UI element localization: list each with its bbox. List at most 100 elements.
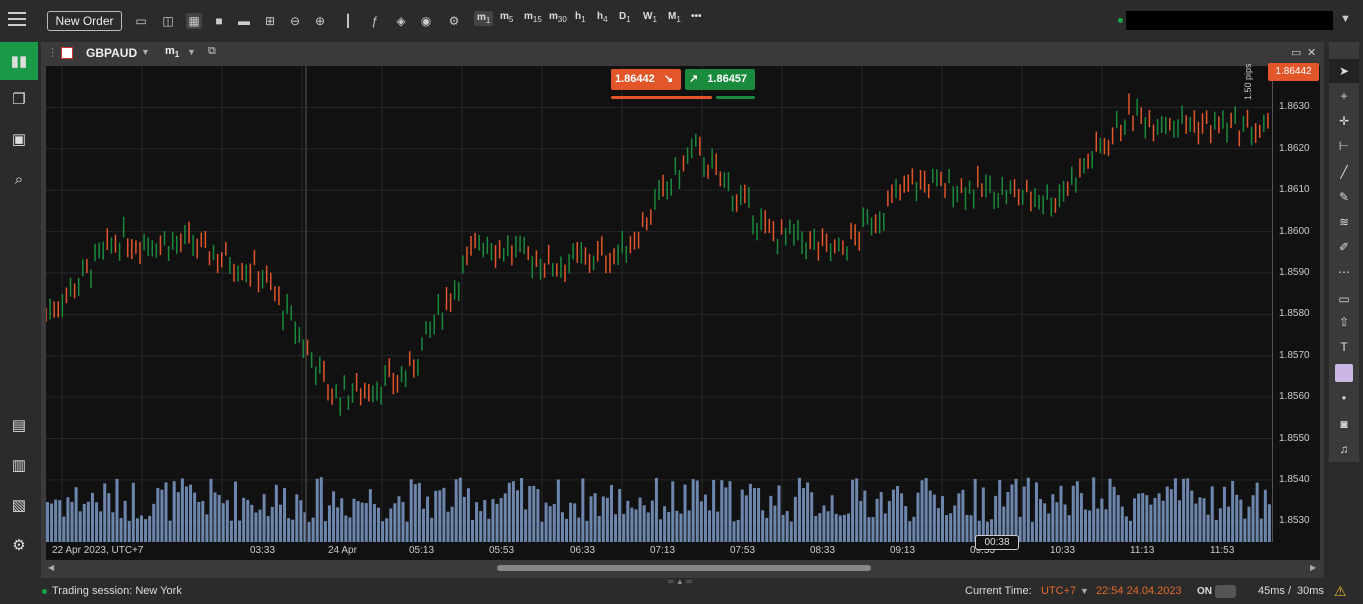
camera-icon[interactable]: ◙ bbox=[1329, 412, 1359, 436]
rectangle-icon[interactable]: ▭ bbox=[1329, 287, 1359, 311]
move-icon[interactable]: ✛ bbox=[1329, 109, 1359, 133]
x-tick-label: 08:33 bbox=[810, 545, 836, 556]
timeframe-h1[interactable]: h1 bbox=[575, 11, 586, 24]
monitor-icon[interactable]: ▭ bbox=[133, 13, 149, 29]
chart-timeframe[interactable]: m1 bbox=[165, 45, 179, 59]
layout-split-icon[interactable]: ◫ bbox=[160, 13, 176, 29]
time-axis[interactable]: 22 Apr 2023, UTC+7 03:33 24 Apr 05:13 05:53 0… bbox=[46, 542, 1320, 560]
drawing-toolbar: ➤ + ✛ ⊢ ╱ ✎ ≋ ✐ ⋯ ▭ ⇧ T • ◙ ♫ bbox=[1329, 42, 1359, 462]
panel-resize-handle[interactable]: ═ ▲ ═ bbox=[668, 577, 692, 586]
timeframe-m1[interactable]: m1 bbox=[474, 11, 494, 26]
volume-bar bbox=[1145, 495, 1149, 542]
volume-bar bbox=[912, 516, 916, 542]
fib-icon[interactable]: ≋ bbox=[1329, 210, 1359, 234]
search-analysis-icon[interactable]: ⌕ bbox=[0, 160, 38, 198]
status-bar: Trading session: New York ═ ▲ ═ Current … bbox=[0, 577, 1363, 604]
symbol-dropdown-icon[interactable]: ▼ bbox=[141, 47, 150, 57]
briefcase-icon[interactable]: ▤ bbox=[0, 406, 38, 444]
crosshair-icon[interactable]: + bbox=[1329, 84, 1359, 108]
volume-bar bbox=[99, 511, 103, 542]
single-layout-icon[interactable]: ■ bbox=[211, 13, 227, 29]
volume-bar bbox=[144, 519, 148, 542]
chart-scrollbar[interactable]: ◀ ▶ bbox=[46, 562, 1320, 574]
measure-icon[interactable]: ⊢ bbox=[1329, 134, 1359, 158]
on-toggle[interactable] bbox=[1215, 585, 1236, 598]
layers-icon[interactable]: ◈ bbox=[393, 13, 409, 29]
symbol-name[interactable]: GBPAUD bbox=[86, 46, 137, 60]
chart-header: ⋮ GBPAUD ▼ m1 ▼ ⧉ ▭ ✕ bbox=[41, 42, 1324, 64]
volume-bar bbox=[327, 505, 331, 542]
line-icon[interactable]: ╱ bbox=[1329, 160, 1359, 184]
volume-bar bbox=[258, 509, 262, 542]
copy-icon[interactable]: ❐ bbox=[0, 80, 38, 118]
y-tick-label: 1.8600 bbox=[1279, 225, 1310, 237]
volume-bar bbox=[86, 501, 90, 542]
price-axis[interactable]: 1.8630 1.8620 1.8610 1.8600 1.8590 1.8580 1.85… bbox=[1272, 66, 1320, 542]
indicator-icon[interactable]: ƒ bbox=[367, 13, 383, 29]
timeframe-h4[interactable]: h4 bbox=[597, 11, 608, 24]
volume-bar bbox=[111, 512, 115, 542]
more-timeframes-icon[interactable]: ••• bbox=[691, 11, 702, 22]
ruler-icon[interactable]: ⋯ bbox=[1329, 260, 1359, 284]
close-icon[interactable]: ✕ bbox=[1307, 46, 1316, 59]
timezone-selector[interactable]: UTC+7 bbox=[1041, 585, 1076, 597]
volume-bar bbox=[135, 518, 139, 542]
chart-type-icon[interactable]: ┃ bbox=[340, 13, 356, 29]
maximize-icon[interactable]: ▭ bbox=[1291, 46, 1301, 59]
pen-icon[interactable]: ✎ bbox=[1329, 185, 1359, 209]
chart-nav-icon[interactable]: ▮▮ bbox=[0, 42, 38, 80]
volume-bar bbox=[708, 510, 712, 542]
arrow-up-icon[interactable]: ⇧ bbox=[1329, 310, 1359, 334]
timeframe-m15[interactable]: m15 bbox=[524, 11, 542, 24]
timeframe-m5[interactable]: m5 bbox=[500, 11, 513, 24]
volume-bar bbox=[687, 510, 691, 542]
volume-bar bbox=[1231, 480, 1235, 542]
zoom-out-icon[interactable]: ⊖ bbox=[287, 13, 303, 29]
volume-bar bbox=[442, 487, 446, 542]
robot-icon[interactable]: ▣ bbox=[0, 120, 38, 158]
timezone-dropdown-icon[interactable]: ▼ bbox=[1080, 586, 1089, 596]
scroll-thumb[interactable] bbox=[497, 565, 871, 571]
add-chart-icon[interactable]: ⊞ bbox=[262, 13, 278, 29]
bank-icon[interactable]: ▥ bbox=[0, 446, 38, 484]
timeframe-D1[interactable]: D1 bbox=[619, 11, 631, 24]
sell-button[interactable]: 1.86442 ↘ bbox=[611, 69, 681, 90]
alert-icon[interactable]: ♫ bbox=[1329, 437, 1359, 461]
warning-icon[interactable]: ⚠ bbox=[1334, 583, 1347, 600]
price-chart[interactable] bbox=[46, 66, 1272, 542]
timeframe-W1[interactable]: W1 bbox=[643, 11, 657, 24]
rows-layout-icon[interactable]: ▬ bbox=[236, 13, 252, 29]
volume-bar bbox=[430, 517, 434, 542]
volume-bar bbox=[356, 501, 360, 542]
current-price-tag: 1.86442 bbox=[1268, 63, 1319, 81]
buy-button[interactable]: ↗ 1.86457 bbox=[685, 69, 755, 90]
timeframe-m30[interactable]: m30 bbox=[549, 11, 567, 24]
brush-icon[interactable]: ✐ bbox=[1329, 235, 1359, 259]
eye-icon[interactable]: ◉ bbox=[418, 13, 434, 29]
gear-icon[interactable]: ⚙ bbox=[0, 526, 38, 564]
color-swatch[interactable] bbox=[1335, 364, 1353, 382]
wallet-icon[interactable]: ▧ bbox=[0, 486, 38, 524]
volume-bar bbox=[164, 482, 168, 542]
timeframe-M1[interactable]: M1 bbox=[668, 11, 681, 24]
volume-bar bbox=[184, 486, 188, 542]
timeframe-dropdown-icon[interactable]: ▼ bbox=[187, 47, 196, 57]
volume-bar bbox=[491, 499, 495, 542]
volume-bar bbox=[364, 503, 368, 542]
scroll-left-icon[interactable]: ◀ bbox=[48, 563, 54, 572]
grid-layout-icon[interactable]: ▦ bbox=[186, 13, 202, 29]
hamburger-menu-icon[interactable] bbox=[8, 12, 26, 28]
chart-settings-icon[interactable]: ⚙ bbox=[446, 13, 462, 29]
cursor-icon[interactable]: ➤ bbox=[1329, 59, 1359, 83]
zoom-in-icon[interactable]: ⊕ bbox=[312, 13, 328, 29]
volume-bar bbox=[487, 518, 491, 542]
chevron-down-icon[interactable]: ▼ bbox=[1340, 13, 1351, 25]
new-order-button[interactable]: New Order bbox=[47, 11, 122, 31]
volume-bar bbox=[593, 493, 597, 542]
drag-handle-icon[interactable]: ⋮ bbox=[47, 46, 58, 59]
text-icon[interactable]: T bbox=[1329, 335, 1359, 359]
dot-icon[interactable]: • bbox=[1329, 386, 1359, 410]
detach-icon[interactable]: ⧉ bbox=[208, 45, 216, 58]
scroll-right-icon[interactable]: ▶ bbox=[1310, 563, 1316, 572]
account-selector[interactable] bbox=[1126, 11, 1333, 30]
